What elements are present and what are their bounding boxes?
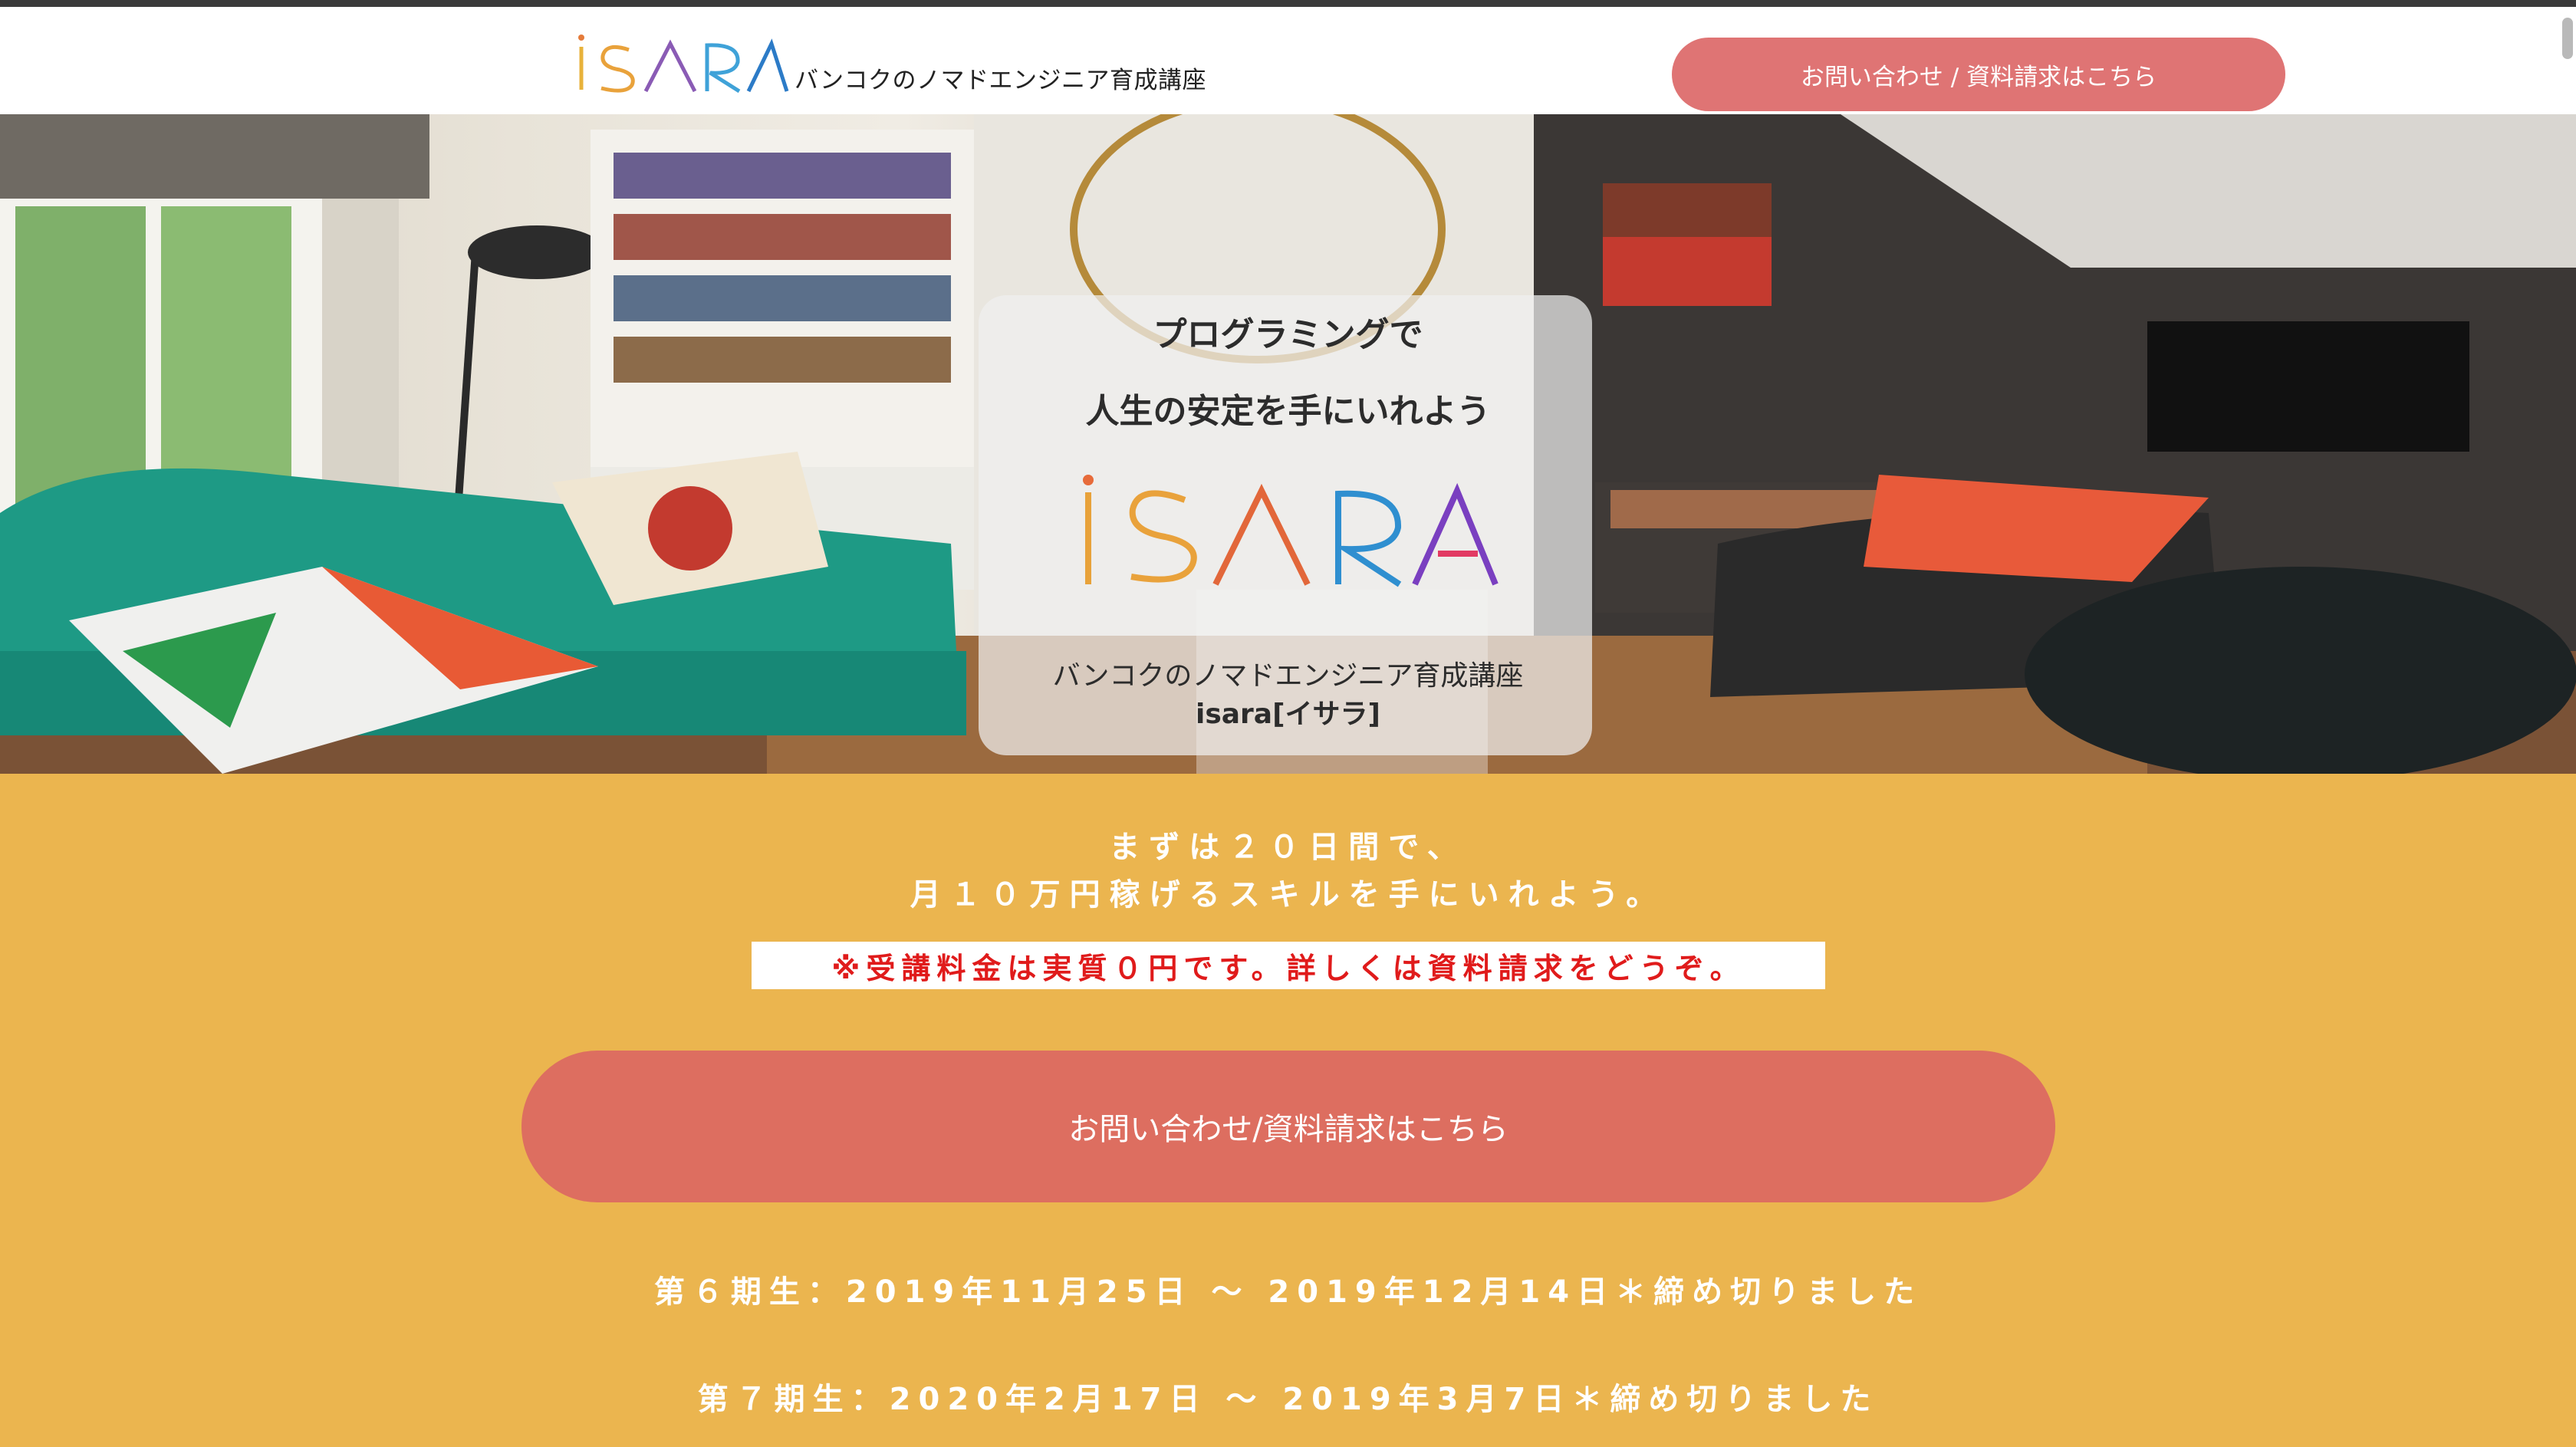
term-6: 第６期生：2019年11月25日 ～ 2019年12月14日＊締め切りました [653,1274,1923,1310]
site-header: バンコクのノマドエンジニア育成講座 お問い合わせ / 資料請求はこちら [0,7,2576,114]
hero-subtitle: バンコクのノマドエンジニア育成講座 [1052,660,1524,692]
hero-brand-name: isara[イサラ] [1195,699,1380,730]
lead-text-1: まずは２０日間で、 [1109,830,1467,865]
fee-notice: ※受講料金は実質０円です。詳しくは資料請求をどうぞ。 [752,942,1825,989]
scrollbar[interactable] [2558,7,2576,1447]
lead-text-2: 月１０万円稼げるスキルを手にいれよう。 [910,877,1666,913]
scrollbar-thumb[interactable] [2562,18,2573,59]
browser-top-edge [0,0,2576,7]
isara-logo[interactable] [575,30,790,99]
hero-headline-2: 人生の安定を手にいれよう [1085,392,1491,431]
isara-hero-logo [1083,475,1499,587]
hero-headline-1: プログラミングで [1153,315,1423,354]
term-7: 第７期生：2020年2月17日 ～ 2019年3月7日＊締め切りました [697,1382,1879,1417]
header-tagline: バンコクのノマドエンジニア育成講座 [795,67,1207,94]
main-contact-button[interactable]: お問い合わせ/資料請求はこちら [521,1051,2055,1202]
header-contact-button[interactable]: お問い合わせ / 資料請求はこちら [1672,38,2285,111]
